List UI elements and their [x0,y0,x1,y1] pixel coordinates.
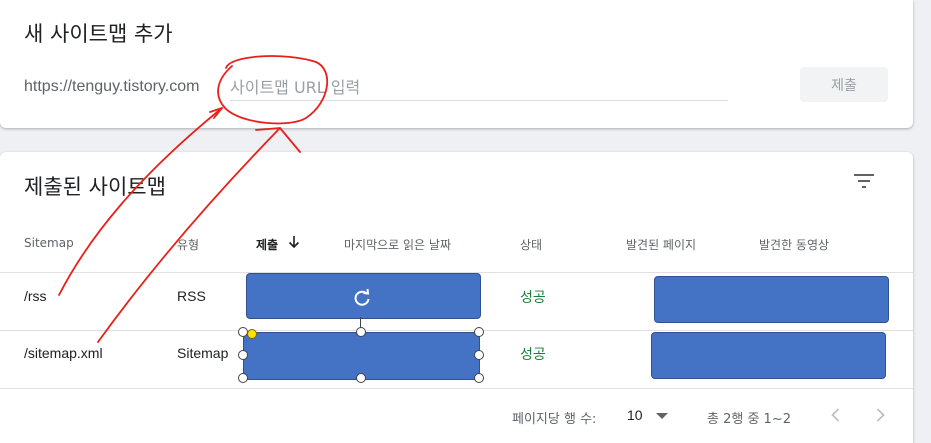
add-sitemap-title: 새 사이트맵 추가 [24,22,173,46]
table-footer-divider [0,388,913,389]
rows-per-page-select[interactable]: 10 [627,407,643,423]
row-divider [0,330,913,331]
pagination-range: 총 2행 중 1~2 [707,412,791,427]
resize-handle-left[interactable] [238,350,248,360]
arrow-down-icon[interactable] [287,234,301,250]
resize-handle-bottom-right[interactable] [474,373,484,383]
sitemap-url-input[interactable] [230,74,728,101]
add-sitemap-card: 새 사이트맵 추가 https://tenguy.tistory.com 제출 [0,0,913,128]
row-sitemap-xml[interactable]: /sitemap.xml [24,345,103,361]
chevron-right-icon[interactable] [870,405,890,425]
column-header-last-read[interactable]: 마지막으로 읽은 날짜 [344,236,451,253]
redaction-box [651,332,886,379]
column-header-status[interactable]: 상태 [520,236,542,253]
resize-handle-top[interactable] [356,327,366,337]
row-type-xml: Sitemap [177,345,229,361]
resize-handle-top-right[interactable] [474,327,484,337]
row-sitemap-rss[interactable]: /rss [24,288,47,304]
redaction-box [654,276,889,323]
url-prefix: https://tenguy.tistory.com [24,78,200,95]
dropdown-arrow-icon[interactable] [655,412,669,420]
resize-handle-right[interactable] [474,350,484,360]
submit-button[interactable]: 제출 [800,67,888,102]
chevron-left-icon[interactable] [826,405,846,425]
submitted-sitemaps-title: 제출된 사이트맵 [24,175,166,199]
row-status-rss: 성공 [520,290,546,306]
adjust-handle[interactable] [247,329,257,339]
column-header-discovered-pages[interactable]: 발견된 페이지 [626,236,696,253]
rows-per-page-label: 페이지당 행 수: [512,412,597,427]
resize-handle-bottom-left[interactable] [238,373,248,383]
column-header-sitemap[interactable]: Sitemap [24,236,74,250]
column-header-submitted[interactable]: 제출 [256,236,278,253]
column-header-type[interactable]: 유형 [177,236,199,253]
row-status-xml: 성공 [520,347,546,363]
rotate-handle-icon[interactable] [351,287,373,309]
resize-handle-bottom[interactable] [356,373,366,383]
column-header-discovered-videos[interactable]: 발견한 동영상 [759,236,829,253]
filter-icon[interactable] [852,171,876,191]
row-type-rss: RSS [177,288,206,304]
